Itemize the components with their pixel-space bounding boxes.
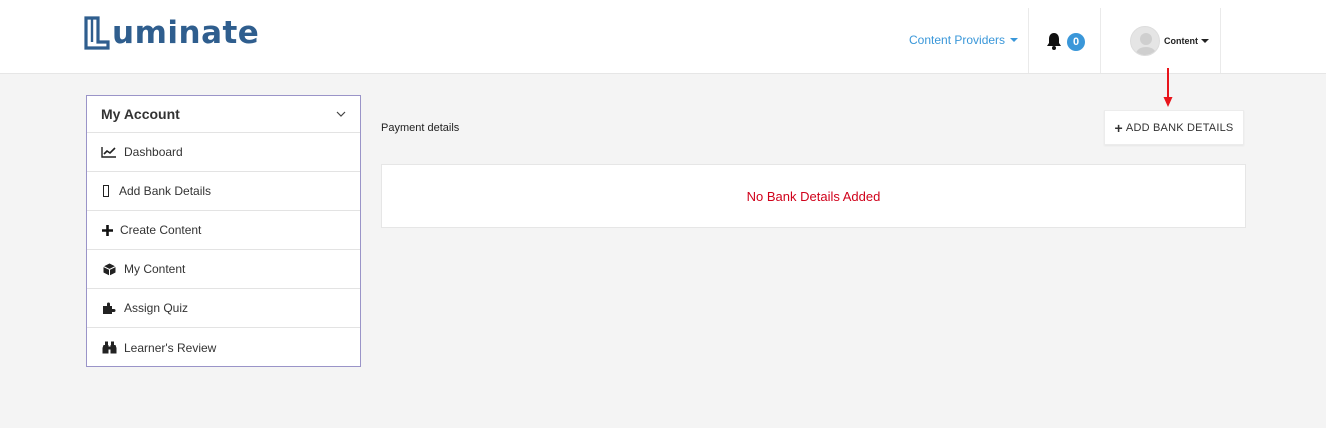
page-title: Payment details bbox=[381, 122, 460, 134]
plus-icon: + bbox=[1114, 119, 1123, 136]
cube-icon bbox=[101, 262, 117, 276]
divider bbox=[1220, 8, 1221, 73]
user-silhouette-icon bbox=[1136, 33, 1156, 55]
bank-details-panel: No Bank Details Added bbox=[381, 164, 1246, 228]
my-account-toggle[interactable]: My Account bbox=[87, 96, 360, 133]
add-bank-details-button[interactable]: + ADD BANK DETAILS bbox=[1104, 110, 1244, 145]
divider bbox=[1100, 8, 1101, 73]
avatar bbox=[1130, 26, 1160, 56]
empty-state-message: No Bank Details Added bbox=[746, 188, 881, 204]
sidebar-item-label: My Content bbox=[124, 262, 186, 276]
divider bbox=[1028, 8, 1029, 73]
sidebar-item-learners-review[interactable]: Learner's Review bbox=[87, 328, 360, 367]
content-providers-label: Content Providers bbox=[909, 33, 1006, 47]
plus-icon bbox=[101, 223, 113, 237]
sidebar-item-add-bank-details[interactable]: Add Bank Details bbox=[87, 172, 360, 211]
binoculars-icon bbox=[101, 341, 117, 355]
sidebar-item-assign-quiz[interactable]: Assign Quiz bbox=[87, 289, 360, 328]
sidebar-item-label: Add Bank Details bbox=[119, 184, 212, 198]
user-menu[interactable]: Content bbox=[1130, 26, 1209, 56]
add-bank-details-label: ADD BANK DETAILS bbox=[1125, 121, 1234, 134]
line-chart-icon bbox=[101, 145, 117, 159]
chevron-down-icon bbox=[336, 111, 346, 117]
bell-icon[interactable] bbox=[1046, 32, 1062, 50]
sidebar-item-create-content[interactable]: Create Content bbox=[87, 211, 360, 250]
sidebar-item-label: Assign Quiz bbox=[124, 301, 189, 315]
sidebar-item-dashboard[interactable]: Dashboard bbox=[87, 133, 360, 172]
sidebar-item-label: Create Content bbox=[120, 223, 202, 237]
logo-mark-icon bbox=[84, 16, 110, 50]
logo[interactable]: uminate bbox=[84, 12, 259, 54]
chevron-down-icon bbox=[1201, 39, 1209, 43]
sidebar-item-label: Learner's Review bbox=[124, 340, 217, 355]
top-navbar: uminate Content Providers 0 Content bbox=[0, 0, 1326, 74]
notification-badge[interactable]: 0 bbox=[1067, 33, 1085, 51]
account-sidebar: My Account Dashboard Add Bank Details Cr… bbox=[86, 95, 361, 367]
chevron-down-icon bbox=[1010, 38, 1019, 42]
user-menu-label: Content bbox=[1164, 36, 1198, 46]
sidebar-item-my-content[interactable]: My Content bbox=[87, 250, 360, 289]
mobile-icon bbox=[101, 184, 111, 198]
arrow-down-icon bbox=[1163, 68, 1173, 107]
content-providers-dropdown[interactable]: Content Providers bbox=[909, 33, 1019, 47]
sidebar-item-label: Dashboard bbox=[124, 145, 183, 159]
sidebar-title: My Account bbox=[101, 106, 180, 122]
puzzle-icon bbox=[101, 301, 117, 315]
logo-text: uminate bbox=[112, 15, 260, 51]
